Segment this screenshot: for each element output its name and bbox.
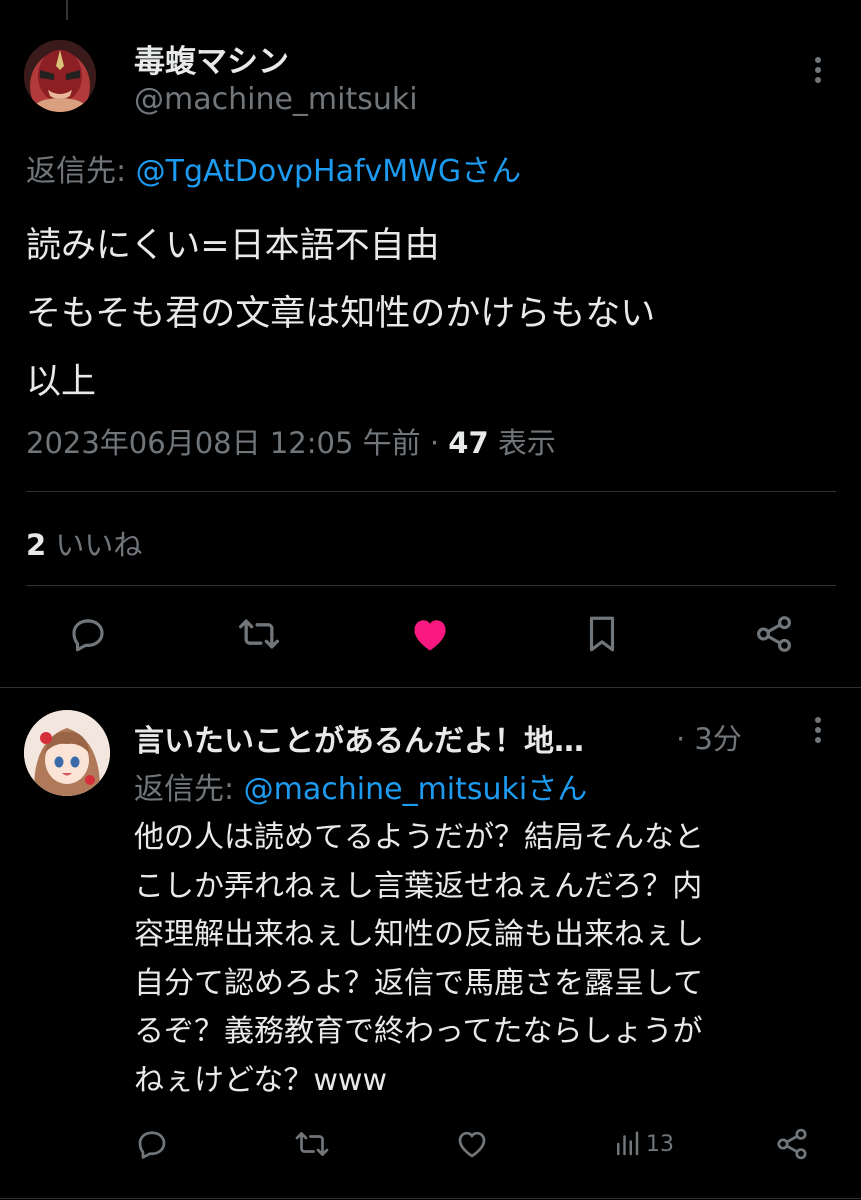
tweet-text-line: こしか弄れねぇし言葉返せねぇんだろ？内 [134,868,703,904]
reply-mention-link[interactable]: @machine_mitsukiさん [244,772,588,807]
tweet-text-line: ねぇけどな？www [134,1062,388,1098]
views-button[interactable]: 13 [612,1120,702,1168]
likes-label: いいね [46,528,143,562]
bookmark-icon[interactable] [578,610,626,658]
views-count: 13 [646,1131,674,1157]
user-handle[interactable]: @machine_mitsuki [134,82,418,117]
views-label: 表示 [488,426,556,460]
reply-to-line: 返信先: @machine_mitsukiさん [134,764,587,808]
share-icon[interactable] [768,1120,816,1168]
divider [26,491,836,492]
reply-tweet[interactable]: 言いたいことがあるんだよ！地… · 3分 返信先: @machine_mitsu… [0,688,861,1200]
views-count: 47 [448,426,489,460]
retweet-icon[interactable] [235,610,283,658]
more-icon[interactable] [800,52,836,88]
tweet-text: 他の人は読めてるようだが？結局そんなと こしか弄れねぇし言葉返せねぇんだろ？内 … [134,814,834,1105]
tweet-metadata: 2023年06月08日 12:05 午前 · 47 表示 [26,420,556,462]
likes-summary[interactable]: 2 いいね [26,522,142,564]
views-icon [617,1131,639,1156]
action-bar [0,610,861,662]
like-icon-filled[interactable] [406,610,454,658]
like-icon[interactable] [448,1120,496,1168]
tweet-text-line: 自分て認めろよ？返信で馬鹿さを露呈して [134,965,704,1001]
timestamp[interactable]: 2023年06月08日 12:05 午前 · [26,426,448,460]
tweet-text-line: るぞ？義務教育で終わってたならしょうが [134,1014,703,1049]
tweet-text-line: 他の人は読めてるようだが？結局そんなと [134,820,704,855]
tweet-text-line: そもそも君の文章は知性のかけらもない [26,294,656,334]
tweet-text-line: 容理解出来ねぇし知性の反論も出来ねぇし [134,917,704,952]
divider [26,585,836,586]
share-icon[interactable] [750,610,798,658]
display-name[interactable]: 毒蝮マシン [134,36,289,81]
likes-count: 2 [26,528,47,562]
tweet-text-line: 読みにくい=日本語不自由 [26,226,440,266]
reply-icon[interactable] [64,610,112,658]
main-tweet: 毒蝮マシン @machine_mitsuki 返信先: @TgAtDovpHaf… [0,0,861,688]
display-name[interactable]: 言いたいことがあるんだよ！地… [134,716,584,760]
reply-to-label: 返信先: [26,154,136,189]
reply-to-line: 返信先: @TgAtDovpHafvMWGさん [26,146,521,190]
reply-to-label: 返信先: [134,772,244,807]
relative-time[interactable]: · 3分 [676,716,742,758]
retweet-icon[interactable] [288,1120,336,1168]
avatar[interactable] [24,40,96,112]
tweet-text: 読みにくい=日本語不自由 そもそも君の文章は知性のかけらもない 以上 [26,212,836,416]
reply-mention-link[interactable]: @TgAtDovpHafvMWGさん [136,154,521,189]
action-bar: 13 [0,1120,861,1168]
divider [0,1198,861,1199]
more-icon[interactable] [800,712,836,748]
reply-icon[interactable] [128,1120,176,1168]
tweet-text-line: 以上 [26,362,97,402]
avatar[interactable] [24,710,110,796]
